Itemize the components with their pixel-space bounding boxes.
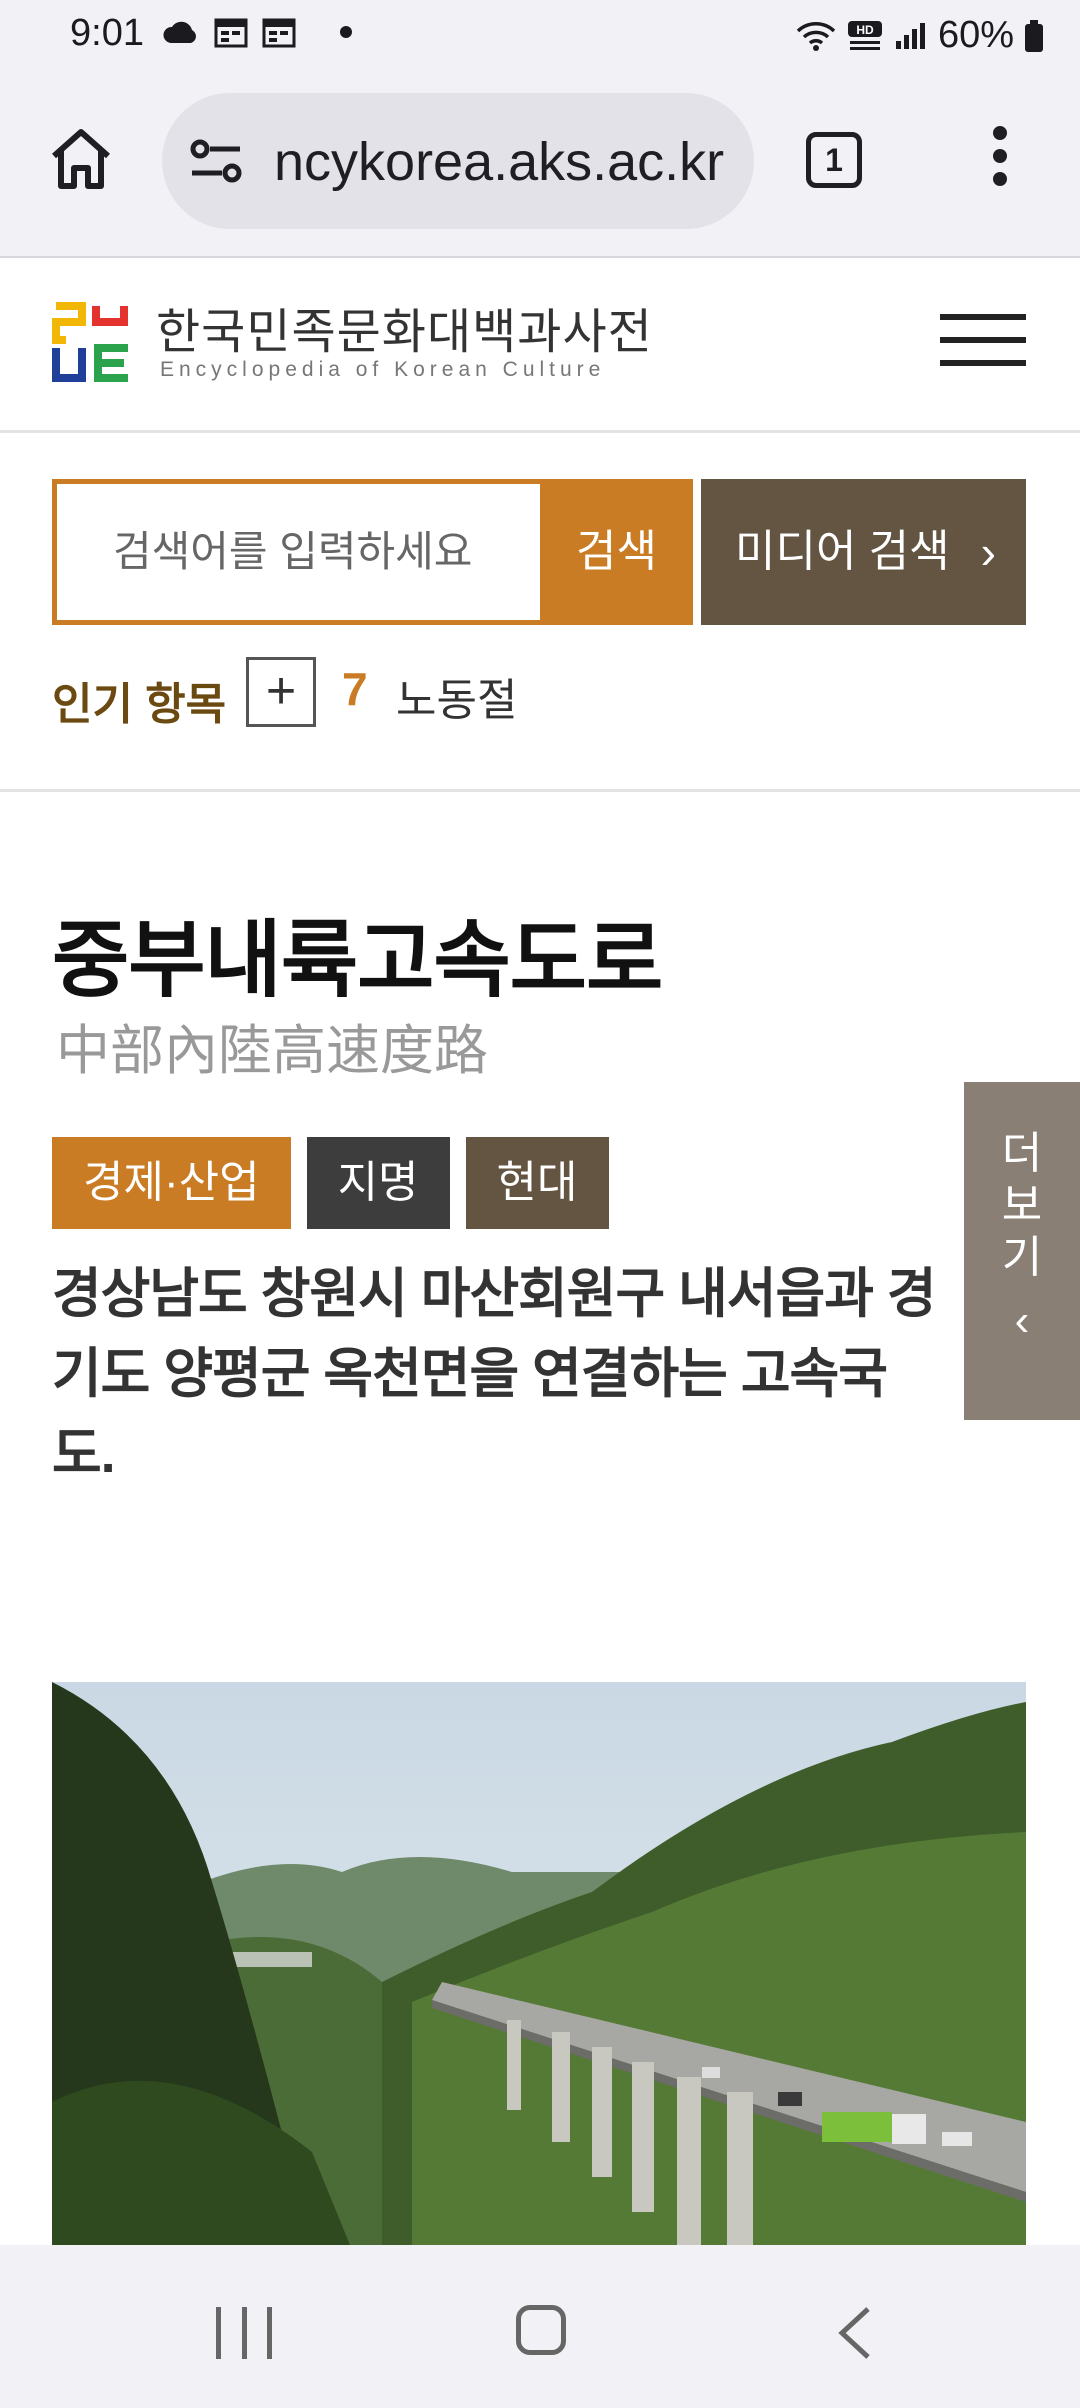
system-navigation-bar [0,2245,1080,2408]
search-input[interactable] [57,484,537,620]
article-tags: 경제·산업 지명 현대 [52,1137,609,1229]
media-search-label: 미디어 검색 [735,527,950,576]
chevron-left-icon: ‹ [1014,1296,1030,1345]
status-system-icons: HD 60% [796,14,1044,57]
calendar-icon [214,18,248,48]
status-notification-icons [162,16,352,48]
site-title[interactable]: 한국민족문화대백과사전 [156,292,653,362]
search-box: 검색 [52,479,693,625]
popular-rank: 7 [342,663,368,715]
popular-expand-button[interactable]: + [246,657,316,727]
browser-toolbar: ncykorea.aks.ac.kr 1 [0,76,1080,258]
more-side-tab[interactable]: 더보기 ‹ [964,1082,1080,1420]
article-photo[interactable] [52,1682,1026,2250]
highway-bridge-photo [52,1682,1026,2250]
url-text[interactable]: ncykorea.aks.ac.kr [274,131,734,193]
tag-economy[interactable]: 경제·산업 [52,1137,291,1229]
more-options-icon[interactable] [982,126,1018,196]
address-bar[interactable]: ncykorea.aks.ac.kr [162,93,754,229]
article-summary: 경상남도 창원시 마산회원구 내서읍과 경기도 양평군 옥천면을 연결하는 고속… [52,1264,937,1484]
status-bar: 9:01 HD 60% [0,0,1080,76]
article-hanja: 中部內陸高速度路 [56,1019,488,1082]
hamburger-menu-icon[interactable] [940,314,1026,370]
signal-icon [895,22,925,49]
back-icon[interactable] [834,2305,874,2361]
home-button-icon[interactable] [516,2305,566,2355]
site-logo-icon[interactable] [52,300,134,384]
cloud-icon [163,21,196,43]
chevron-right-icon: › [980,526,996,578]
divider [0,789,1080,792]
media-search-button[interactable]: 미디어 검색 › [701,479,1026,625]
recent-apps-icon[interactable] [216,2307,272,2359]
more-label: 더보기 [1001,1129,1043,1282]
tab-switcher-button[interactable]: 1 [806,132,862,188]
site-header: 한국민족문화대백과사전 Encyclopedia of Korean Cultu… [0,258,1080,433]
tag-era[interactable]: 현대 [465,1137,609,1229]
site-subtitle: Encyclopedia of Korean Culture [160,358,606,381]
notification-dot-icon [340,26,352,38]
wifi-icon [796,21,836,51]
calendar-icon [262,18,296,48]
site-settings-icon[interactable] [188,135,244,187]
tag-place-name[interactable]: 지명 [306,1137,450,1229]
search-button[interactable]: 검색 [540,479,693,625]
popular-term-link[interactable]: 노동절 [396,664,517,728]
status-time: 9:01 [70,12,144,54]
battery-percent: 60% [937,14,1014,56]
popular-label: 인기 항목 [52,680,227,729]
article-title: 중부내륙고속도로 [52,913,663,1007]
svg-text:HD: HD [856,23,874,37]
hd-voice-icon: HD [847,20,882,50]
battery-icon [1025,19,1043,52]
home-icon[interactable] [46,124,116,194]
